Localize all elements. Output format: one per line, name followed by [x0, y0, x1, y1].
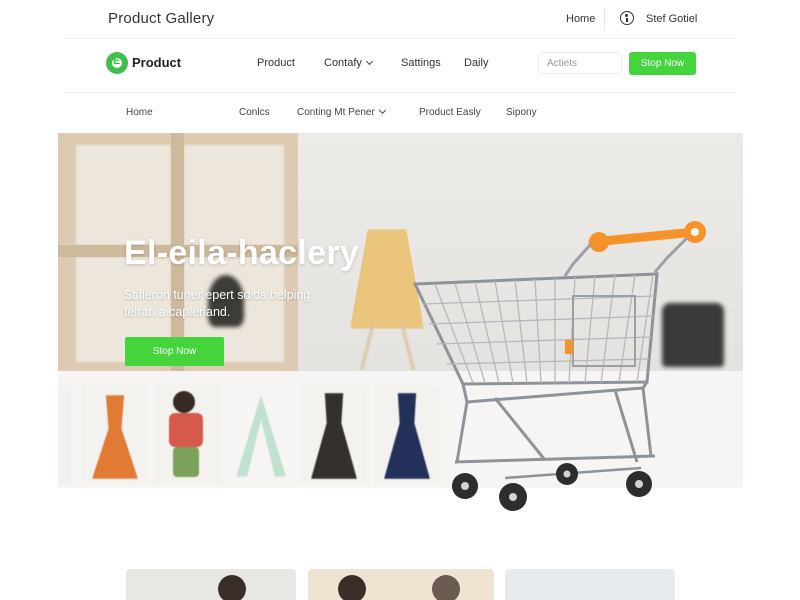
product-card[interactable]: [126, 569, 296, 600]
hero-heading: El-eila-haclery: [124, 234, 360, 272]
shop-now-button[interactable]: Stop Now: [629, 52, 696, 75]
subnav-item-conting[interactable]: Conting Mt Pener: [297, 106, 386, 118]
subnav-item-sipony[interactable]: Sipony: [506, 107, 537, 118]
user-name[interactable]: Stef Gotiel: [646, 13, 697, 25]
divider: [604, 8, 605, 30]
product-photo: [432, 575, 460, 600]
product-photo: [218, 575, 246, 600]
subnav-item-home[interactable]: Home: [126, 107, 153, 118]
divider: [64, 92, 736, 93]
logo-text[interactable]: Product: [132, 55, 181, 70]
nav-item-sattings[interactable]: Sattings: [401, 57, 441, 69]
nav-item-product[interactable]: Product: [257, 57, 295, 69]
divider: [64, 38, 736, 39]
shopping-cart-image: [412, 221, 706, 511]
chevron-down-icon: [378, 106, 386, 115]
search-input[interactable]: [538, 52, 622, 74]
subnav-item-conlcs[interactable]: Conlcs: [239, 107, 270, 118]
product-tile[interactable]: [228, 385, 294, 485]
hero-shop-button[interactable]: Stop Now: [125, 337, 224, 366]
product-tile[interactable]: [82, 385, 148, 485]
chevron-down-icon: [365, 57, 373, 66]
title-bar: Product Gallery Home Stef Gotiel: [0, 0, 800, 40]
subnav-item-product-easly[interactable]: Product Easly: [419, 107, 481, 118]
product-tile[interactable]: [155, 385, 221, 485]
product-photo: [338, 575, 366, 600]
user-info-icon[interactable]: [620, 11, 634, 25]
page-title: Product Gallery: [108, 10, 215, 27]
home-link[interactable]: Home: [566, 13, 595, 25]
product-tile[interactable]: [58, 385, 72, 485]
logo-letter: E: [113, 55, 121, 67]
product-tile[interactable]: [301, 385, 367, 485]
nav-item-daily[interactable]: Daily: [464, 57, 488, 69]
product-card[interactable]: [505, 569, 675, 600]
hero-subtext: Stifleron tuner epert sdids belping telr…: [124, 288, 311, 319]
product-card[interactable]: [308, 569, 494, 600]
nav-item-contafy[interactable]: Contafy: [324, 57, 373, 69]
